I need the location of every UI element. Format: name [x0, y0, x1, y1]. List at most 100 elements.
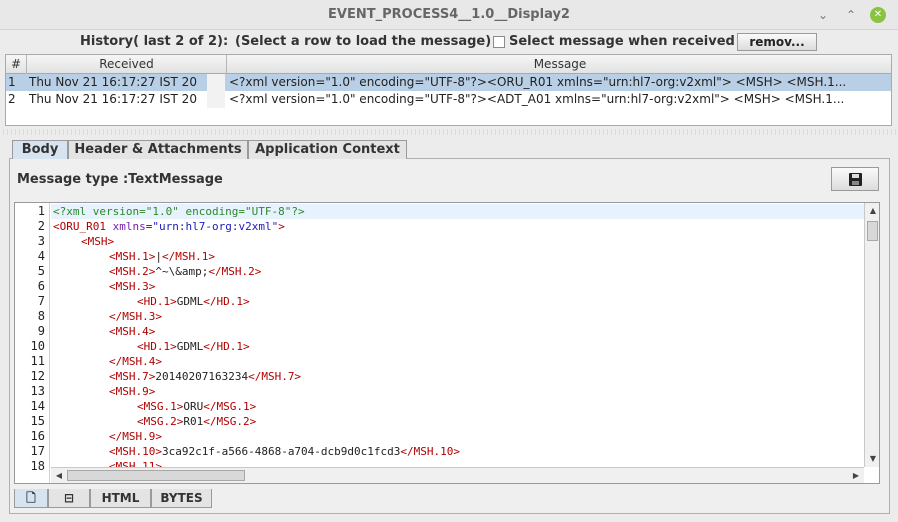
- code-area[interactable]: <?xml version="1.0" encoding="UTF-8"?> <O…: [51, 203, 865, 483]
- maximize-icon[interactable]: ⌃: [843, 7, 859, 23]
- xml-tag: </MSG.2>: [203, 415, 257, 428]
- line-number: 9: [37, 324, 45, 338]
- xml-tag: <MSH>: [81, 235, 115, 248]
- tab-body[interactable]: Body: [12, 140, 68, 159]
- message-type-label: Message type :TextMessage: [17, 172, 223, 187]
- line-number: 13: [30, 384, 45, 398]
- split-pane-divider[interactable]: [0, 129, 898, 135]
- line-number: 3: [37, 234, 45, 248]
- xml-tag: <HD.1>: [137, 340, 177, 353]
- text-view-tab[interactable]: 🗋: [14, 489, 48, 508]
- vertical-scrollbar[interactable]: ▲ ▼: [864, 203, 879, 467]
- xml-text: ORU: [183, 400, 204, 413]
- row-number: 2: [8, 92, 16, 106]
- line-number: 8: [37, 309, 45, 323]
- xml-declaration: <?xml version="1.0" encoding="UTF-8"?>: [53, 205, 305, 218]
- scroll-right-icon[interactable]: ▶: [848, 468, 864, 483]
- tree-view-tab[interactable]: ⊟: [48, 489, 90, 508]
- xml-tag: <MSH.4>: [109, 325, 156, 338]
- remove-button[interactable]: remov...: [737, 33, 817, 51]
- vertical-scroll-thumb[interactable]: [867, 221, 878, 241]
- code-line: <ORU_R01 xmlns="urn:hl7-org:v2xml">: [53, 219, 285, 234]
- xml-text: ^~\&amp;: [155, 265, 209, 278]
- line-number: 1: [37, 204, 45, 218]
- tree-icon: ⊟: [63, 491, 75, 505]
- horizontal-scroll-thumb[interactable]: [67, 470, 245, 481]
- xml-attribute-value: "urn:hl7-org:v2xml": [152, 220, 279, 233]
- column-header-message[interactable]: Message: [227, 55, 891, 74]
- line-number: 11: [30, 354, 45, 368]
- table-header: # Received Message: [6, 55, 891, 74]
- xml-tag: <HD.1>: [137, 295, 177, 308]
- close-icon[interactable]: ✕: [870, 7, 886, 23]
- line-number: 2: [37, 219, 45, 233]
- line-number: 4: [37, 249, 45, 263]
- select-on-receive-checkbox[interactable]: [493, 36, 505, 48]
- code-line: <MSH.3>: [109, 279, 155, 294]
- title-bar: EVENT_PROCESS4__1.0__Display2 ⌄ ⌃ ✕: [0, 0, 898, 30]
- xml-tag: <MSG.1>: [137, 400, 184, 413]
- table-row[interactable]: 1 Thu Nov 21 16:17:27 IST 20 <?xml versi…: [6, 74, 891, 91]
- table-row[interactable]: 2 Thu Nov 21 16:17:27 IST 20 <?xml versi…: [6, 91, 891, 108]
- history-bar: History( last 2 of 2): (Select a row to …: [0, 30, 898, 54]
- xml-text: 3ca92c1f-a566-4868-a704-dcb9d0c1fcd3: [161, 445, 401, 458]
- scroll-down-icon[interactable]: ▼: [865, 451, 879, 466]
- column-header-received[interactable]: Received: [27, 55, 227, 74]
- code-line: </MSH.3>: [109, 309, 162, 324]
- xml-tag: </MSH.1>: [161, 250, 215, 263]
- xml-attribute: xmlns: [105, 220, 146, 233]
- column-header-num[interactable]: #: [6, 55, 27, 74]
- minimize-icon[interactable]: ⌄: [815, 7, 831, 23]
- code-line: <?xml version="1.0" encoding="UTF-8"?>: [53, 204, 305, 219]
- code-line: <MSH.10>3ca92c1f-a566-4868-a704-dcb9d0c1…: [109, 444, 460, 459]
- xml-tag: <MSH.3>: [109, 280, 156, 293]
- line-number: 7: [37, 294, 45, 308]
- cell-truncation: [207, 74, 225, 108]
- code-line: </MSH.9>: [109, 429, 162, 444]
- xml-tag: <MSH.1>: [109, 250, 156, 263]
- floppy-disk-icon: [849, 173, 862, 186]
- xml-text: R01: [183, 415, 204, 428]
- line-number: 15: [30, 414, 45, 428]
- line-number: 6: [37, 279, 45, 293]
- code-line: </MSH.4>: [109, 354, 162, 369]
- tab-application-context[interactable]: Application Context: [248, 140, 407, 159]
- row-received: Thu Nov 21 16:17:27 IST 20: [29, 75, 197, 89]
- xml-tag: </HD.1>: [203, 295, 250, 308]
- tab-header-attachments[interactable]: Header & Attachments: [68, 140, 248, 159]
- line-number: 14: [30, 399, 45, 413]
- scroll-left-icon[interactable]: ◀: [51, 468, 67, 483]
- code-line: <HD.1>GDML</HD.1>: [137, 294, 250, 309]
- xml-tag: <MSH.9>: [109, 385, 156, 398]
- xml-editor[interactable]: 1 2 3 4 5 6 7 8 9 10 11 12 13 14 15 16 17 18 <?xml versio…: [14, 202, 880, 484]
- line-number: 16: [30, 429, 45, 443]
- html-view-tab[interactable]: HTML: [90, 489, 151, 508]
- xml-tag: >: [278, 220, 285, 233]
- xml-tag: </HD.1>: [203, 340, 250, 353]
- xml-tag: </MSH.3>: [109, 310, 162, 323]
- code-line: <MSH.2>^~\&amp;</MSH.2>: [109, 264, 261, 279]
- line-number: 18: [30, 459, 45, 473]
- xml-text: GDML: [176, 340, 204, 353]
- line-number: 10: [30, 339, 45, 353]
- select-on-receive-label[interactable]: Select message when received: [509, 34, 735, 49]
- line-number-gutter: 1 2 3 4 5 6 7 8 9 10 11 12 13 14 15 16 17 18: [15, 203, 50, 483]
- xml-tag: <MSG.2>: [137, 415, 184, 428]
- xml-tag: <MSH.10>: [109, 445, 162, 458]
- code-line: <MSH.7>20140207163234</MSH.7>: [109, 369, 301, 384]
- xml-tag: <MSH.7>: [109, 370, 156, 383]
- horizontal-scrollbar[interactable]: ◀ ▶: [51, 467, 864, 483]
- scroll-up-icon[interactable]: ▲: [865, 203, 879, 218]
- code-line: <MSG.2>R01</MSG.2>: [137, 414, 256, 429]
- code-line: <MSH.9>: [109, 384, 155, 399]
- xml-text: GDML: [176, 295, 204, 308]
- xml-tag: </MSH.2>: [208, 265, 262, 278]
- code-line: <MSH.4>: [109, 324, 155, 339]
- xml-text: |: [155, 250, 162, 263]
- history-table: # Received Message 1 Thu Nov 21 16:17:27…: [5, 54, 892, 126]
- line-number: 17: [30, 444, 45, 458]
- save-button[interactable]: [831, 167, 879, 191]
- bytes-view-tab[interactable]: BYTES: [151, 489, 212, 508]
- history-label: History( last 2 of 2):: [80, 34, 229, 49]
- xml-tag: <ORU_R01: [53, 220, 106, 233]
